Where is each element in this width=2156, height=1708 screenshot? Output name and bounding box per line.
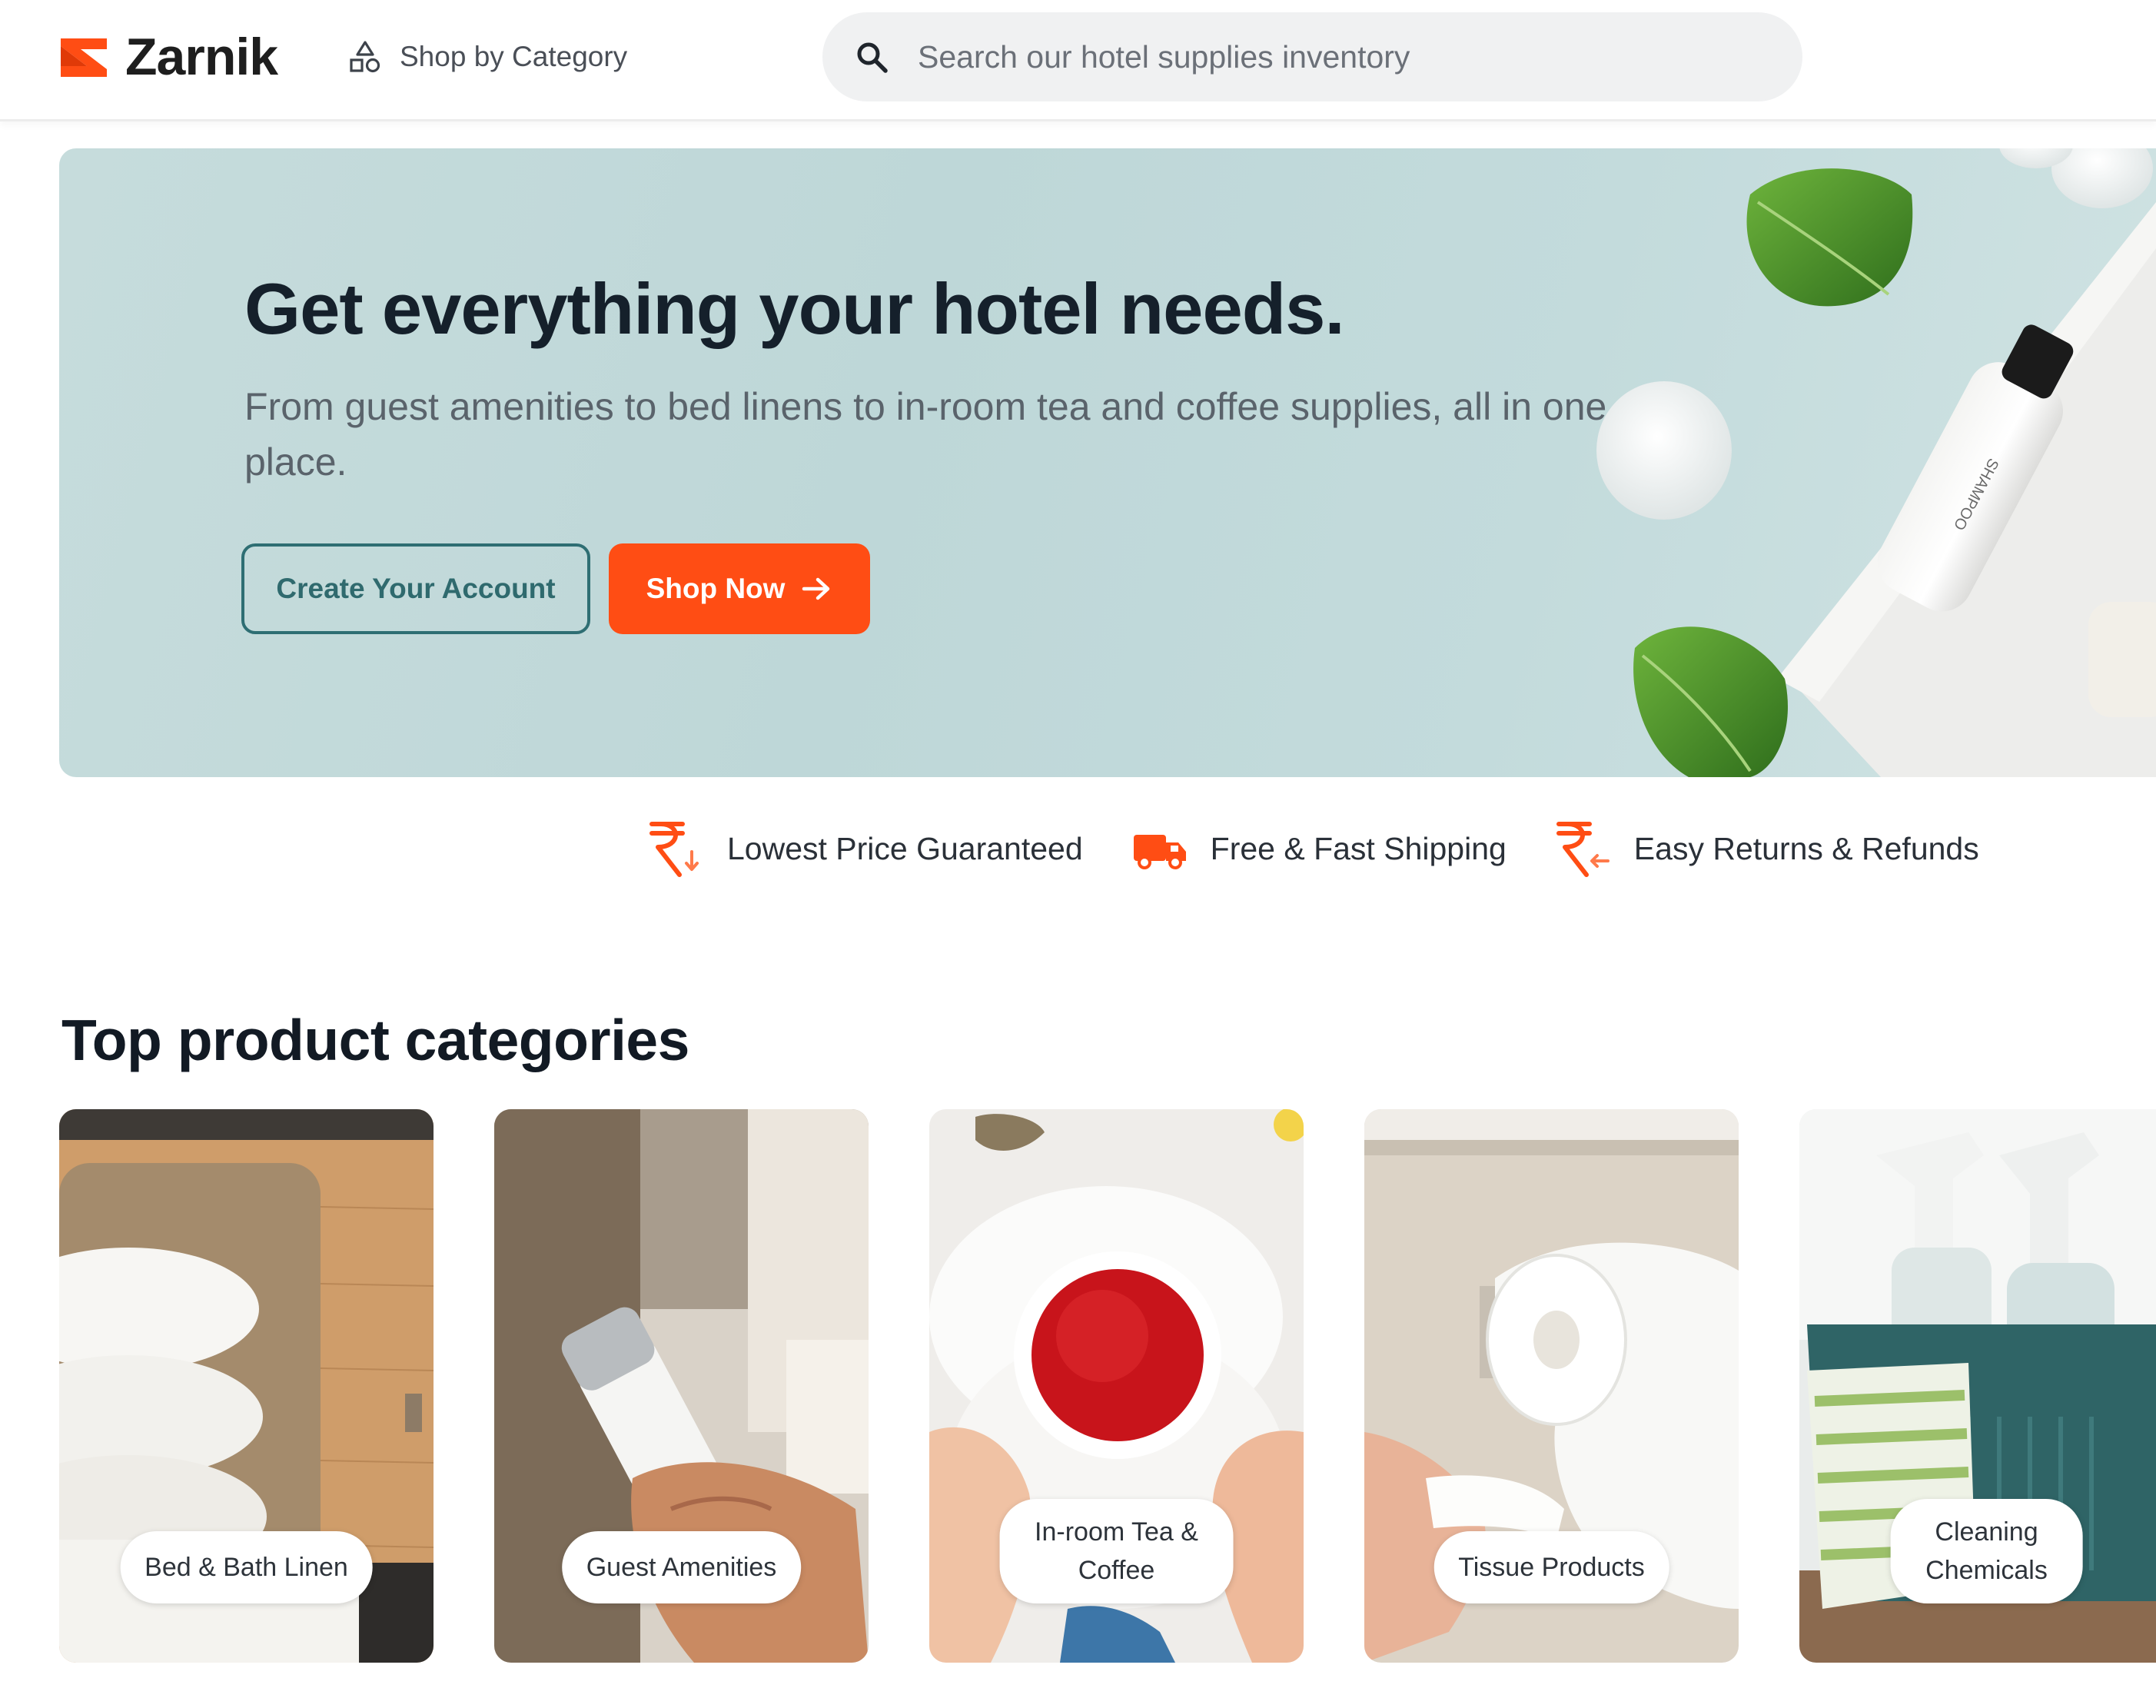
categories-title: Top product categories — [61, 1008, 689, 1072]
category-label: In-room Tea & Coffee — [999, 1499, 1234, 1603]
feature-lowest-price: Lowest Price Guaranteed — [646, 818, 1083, 879]
search-icon — [857, 42, 888, 73]
brand-logo[interactable]: Zarnik — [58, 28, 278, 86]
arrow-right-icon — [802, 577, 830, 600]
category-label: Guest Amenities — [561, 1531, 802, 1603]
search-input[interactable] — [916, 38, 1765, 76]
feature-returns: Easy Returns & Refunds — [1553, 818, 1979, 879]
hero-banner: SHAMPOO Get everything your hotel needs.… — [59, 148, 2156, 777]
shop-by-category-button[interactable]: Shop by Category — [347, 35, 627, 78]
category-card-cleaning-chemicals[interactable]: Cleaning Chemicals — [1799, 1109, 2156, 1663]
feature-label: Lowest Price Guaranteed — [727, 830, 1083, 866]
create-account-button[interactable]: Create Your Account — [241, 543, 590, 634]
hero-amenities-image: SHAMPOO — [1596, 148, 2156, 777]
feature-shipping: Free & Fast Shipping — [1129, 818, 1507, 879]
rupee-down-icon — [649, 822, 699, 877]
category-label: Tissue Products — [1433, 1531, 1669, 1603]
feature-label: Free & Fast Shipping — [1210, 830, 1507, 866]
rupee-return-icon — [1556, 822, 1610, 877]
category-card-bed-bath-linen[interactable]: Bed & Bath Linen — [59, 1109, 434, 1663]
hero-subtitle: From guest amenities to bed linens to in… — [244, 385, 1607, 483]
page: Zarnik Shop by Category Search our hotel… — [0, 0, 2156, 1708]
shop-now-label: Shop Now — [646, 573, 786, 604]
search-bar[interactable] — [822, 12, 1802, 101]
category-card-tea-coffee[interactable]: In-room Tea & Coffee — [929, 1109, 1304, 1663]
truck-icon — [1133, 835, 1186, 869]
feature-label: Easy Returns & Refunds — [1633, 830, 1979, 866]
category-cards: Bed & Bath Linen Guest Amenities In-room… — [59, 1109, 2156, 1663]
value-props: Lowest Price Guaranteed Free & Fast Ship… — [646, 815, 2025, 882]
site-header: Zarnik Shop by Category — [0, 0, 2156, 121]
shop-now-button[interactable]: Shop Now — [609, 543, 870, 634]
category-card-tissue-products[interactable]: Tissue Products — [1364, 1109, 1739, 1663]
category-card-guest-amenities[interactable]: Guest Amenities — [494, 1109, 869, 1663]
brand-name: Zarnik — [125, 28, 278, 86]
category-label: Bed & Bath Linen — [120, 1531, 373, 1603]
zarnik-logo-icon — [61, 38, 107, 77]
hero-title: Get everything your hotel needs. — [244, 268, 1345, 349]
shapes-icon — [350, 41, 380, 73]
category-label: Cleaning Chemicals — [1890, 1499, 2083, 1603]
shop-by-category-label: Shop by Category — [400, 41, 628, 72]
